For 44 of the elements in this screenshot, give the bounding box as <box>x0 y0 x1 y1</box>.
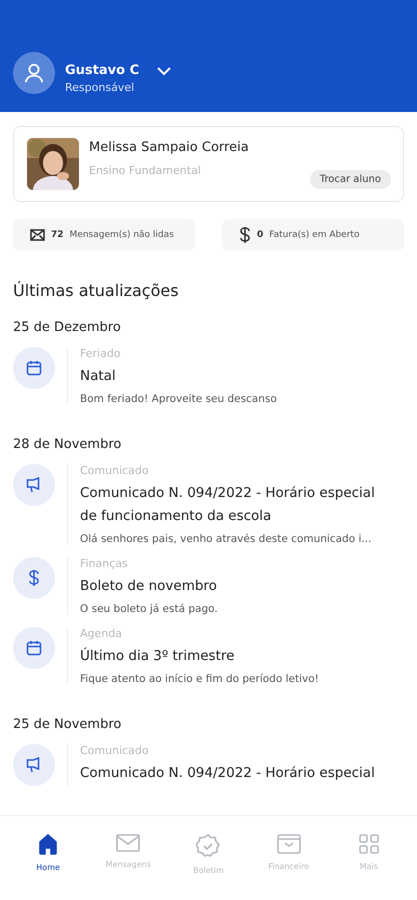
update-text: Fique atento ao início e fim do período letivo! <box>80 673 320 685</box>
update-title[interactable]: Comunicado N. 094/2022 - Horário especial de funcionamento da escola <box>80 482 386 528</box>
dollar-icon <box>13 557 55 599</box>
grid-icon <box>358 834 379 854</box>
date-heading: 25 de Dezembro <box>13 320 122 335</box>
summary-count: 0 <box>257 230 264 240</box>
update-category: Agenda <box>80 627 123 640</box>
update-title[interactable]: Comunicado N. 094/2022 - Horário especial <box>80 762 386 785</box>
home-icon <box>38 834 58 855</box>
update-text: Olá senhores pais, venho através deste comunicado i... <box>80 533 372 545</box>
school-level: Ensino Fundamental <box>89 164 202 177</box>
update-category: Comunicado <box>80 464 150 477</box>
user-name: Gustavo C <box>65 63 140 78</box>
badge-check-icon <box>196 834 220 858</box>
update-title[interactable]: Natal <box>80 365 386 388</box>
megaphone-icon <box>13 744 55 786</box>
summary-label: Mensagem(s) não lidas <box>70 230 174 240</box>
student-name: Melissa Sampaio Correia <box>89 140 249 155</box>
summary-count: 72 <box>51 230 64 240</box>
update-category: Comunicado <box>80 744 150 757</box>
update-title[interactable]: Último dia 3º trimestre <box>80 645 386 668</box>
user-avatar-icon[interactable] <box>13 52 55 94</box>
nav-tab[interactable]: Home <box>16 834 80 900</box>
switch-student-button[interactable]: Trocar aluno <box>310 170 391 189</box>
chevron-down-icon[interactable] <box>157 67 172 76</box>
update-category: Finanças <box>80 557 129 570</box>
update-text: Bom feriado! Aproveite seu descanso <box>80 393 278 405</box>
date-heading: 25 de Novembro <box>13 717 122 732</box>
date-heading: 28 de Novembro <box>13 437 122 452</box>
megaphone-icon <box>13 464 55 506</box>
wallet-icon <box>276 834 301 854</box>
calendar-icon <box>13 347 55 389</box>
summary-chip[interactable]: 72 Mensagem(s) não lidas <box>13 219 195 251</box>
envelope-icon <box>116 834 140 852</box>
update-text: O seu boleto já está pago. <box>80 603 219 615</box>
calendar-icon <box>13 627 55 669</box>
summary-label: Fatura(s) em Aberto <box>269 230 360 240</box>
update-title[interactable]: Boleto de novembro <box>80 575 386 598</box>
update-category: Feriado <box>80 347 122 360</box>
dollar-icon <box>239 226 251 244</box>
user-role: Responsável <box>65 81 136 94</box>
section-title: Últimas atualizações <box>13 281 180 300</box>
summary-chip[interactable]: 0 Fatura(s) em Aberto <box>222 219 404 251</box>
envelope-icon <box>30 229 45 241</box>
